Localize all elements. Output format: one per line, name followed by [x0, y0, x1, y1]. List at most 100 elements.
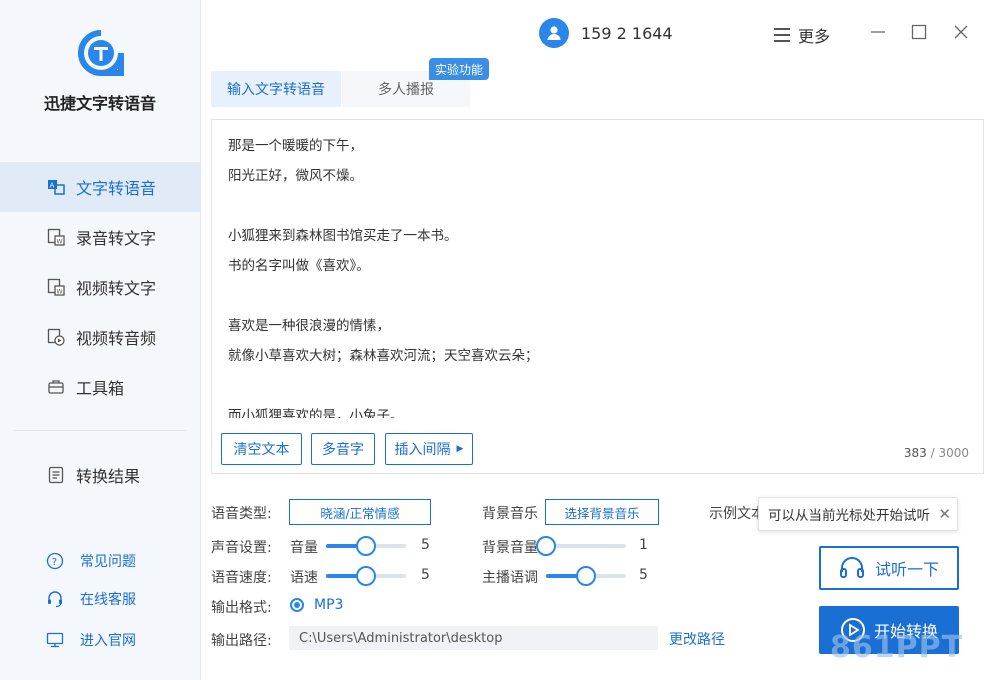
editor-line: 喜欢是一种很浪漫的情愫， [228, 318, 390, 334]
clear-text-button[interactable]: 清空文本 [221, 433, 302, 465]
svg-text:?: ? [52, 557, 57, 568]
translate-icon: A [46, 177, 66, 197]
pitch-value: 5 [639, 567, 648, 583]
app-logo-icon [78, 30, 124, 76]
editor-line: 就像小草喜欢大树；森林喜欢河流；天空喜欢云朵； [228, 348, 539, 364]
tab-text-to-speech[interactable]: 输入文字转语音 [211, 71, 341, 107]
select-bgm-button[interactable]: 选择背景音乐 [545, 499, 659, 525]
toolbox-icon [46, 377, 66, 397]
editor-content[interactable]: 那是一个暖暖的下午， 阳光正好，微风不燥。 小狐狸来到森林图书馆买走了一本书。 … [228, 134, 968, 418]
editor-line: 书的名字叫做《喜欢》。 [228, 258, 370, 274]
svg-text:W: W [57, 239, 63, 246]
nav-label: 文字转语音 [76, 179, 157, 198]
voice-type-label: 语音类型: [211, 506, 272, 522]
help-label: 进入官网 [80, 633, 136, 649]
bg-volume-knob[interactable] [536, 536, 556, 556]
pitch-knob[interactable] [576, 566, 596, 586]
svg-text:W: W [57, 289, 63, 296]
close-icon [954, 25, 968, 39]
volume-value: 5 [421, 537, 430, 553]
speed-value: 5 [421, 567, 430, 583]
text-editor[interactable]: 那是一个暖暖的下午， 阳光正好，微风不燥。 小狐狸来到森林图书馆买走了一本书。 … [211, 119, 984, 474]
document-audio-icon: W [46, 227, 66, 247]
question-icon: ? [46, 552, 64, 570]
format-radio-mp3[interactable] [290, 598, 304, 612]
output-path-label: 输出路径: [211, 633, 272, 649]
experimental-badge: 实验功能 [429, 58, 490, 80]
nav-item-toolbox[interactable]: 工具箱 [0, 362, 200, 412]
watermark: 861PPT [830, 630, 964, 665]
pitch-label: 主播语调 [482, 570, 538, 586]
close-button[interactable] [951, 22, 971, 42]
listen-button[interactable]: 试听一下 [819, 546, 959, 590]
char-count: 383 [903, 446, 927, 460]
monitor-icon [46, 631, 64, 649]
nav-item-results[interactable]: 转换结果 [0, 450, 200, 500]
change-path-link[interactable]: 更改路径 [669, 629, 725, 649]
insert-pause-button[interactable]: 插入间隔 ▶ [385, 433, 473, 465]
bg-volume-slider[interactable] [536, 536, 626, 556]
volume-label: 音量 [290, 540, 318, 556]
minimize-button[interactable] [868, 22, 888, 42]
user-avatar-icon [539, 18, 569, 48]
editor-line: 阳光正好，微风不燥。 [228, 168, 363, 184]
editor-line: 而小狐狸喜欢的是，小兔子。 [228, 408, 404, 418]
maximize-icon [911, 24, 927, 40]
help-online-service[interactable]: 在线客服 [0, 584, 200, 614]
bg-volume-value: 1 [639, 537, 648, 553]
tooltip-close-icon[interactable]: ✕ [938, 505, 951, 523]
caret-right-icon: ▶ [456, 444, 464, 454]
nav-item-video-to-text[interactable]: W 视频转文字 [0, 262, 200, 312]
help-faq[interactable]: ? 常见问题 [0, 546, 200, 576]
voice-type-select[interactable]: 晓涵/正常情感 [289, 499, 431, 525]
pitch-slider[interactable] [546, 566, 626, 586]
char-max: / 3000 [930, 446, 969, 460]
char-counter: 383 / 3000 [904, 446, 969, 460]
nav-label: 录音转文字 [76, 229, 157, 248]
bgm-label: 背景音乐 [482, 506, 538, 522]
speed-sublabel: 语速 [290, 570, 318, 586]
volume-knob[interactable] [356, 536, 376, 556]
help-label: 常见问题 [80, 554, 136, 570]
volume-slider[interactable] [326, 536, 406, 556]
speed-label: 语音速度: [211, 570, 272, 586]
sidebar-divider [14, 430, 186, 431]
more-label: 更多 [798, 27, 831, 46]
nav-label: 工具箱 [76, 379, 125, 398]
user-phone: 159 2 1644 [581, 23, 673, 43]
svg-text:A: A [50, 182, 55, 190]
help-official-site[interactable]: 进入官网 [0, 625, 200, 655]
editor-line: 那是一个暖暖的下午， [228, 138, 363, 154]
video-audio-icon [46, 327, 66, 347]
user-account[interactable]: 159 2 1644 [539, 18, 673, 48]
nav-item-video-to-audio[interactable]: 视频转音频 [0, 312, 200, 362]
app-name: 迅捷文字转语音 [43, 94, 156, 113]
sound-settings-label: 声音设置: [211, 540, 272, 556]
speed-knob[interactable] [356, 566, 376, 586]
editor-line: 小狐狸来到森林图书馆买走了一本书。 [228, 228, 458, 244]
output-path-field[interactable]: C:\Users\Administrator\desktop [289, 626, 658, 650]
results-list-icon [46, 465, 66, 485]
speed-slider[interactable] [326, 566, 406, 586]
nav-label: 视频转文字 [76, 279, 157, 298]
format-label: 输出格式: [211, 600, 272, 616]
listen-tooltip: 可以从当前光标处开始试听 ✕ [758, 497, 958, 531]
sample-text-label[interactable]: 示例文本 [709, 503, 765, 523]
tooltip-text: 可以从当前光标处开始试听 [768, 508, 930, 524]
document-video-icon: W [46, 277, 66, 297]
menu-icon [774, 28, 790, 42]
more-menu-button[interactable]: 更多 [774, 23, 830, 47]
maximize-button[interactable] [909, 22, 929, 42]
nav-label: 视频转音频 [76, 329, 157, 348]
insert-pause-label: 插入间隔 [394, 442, 451, 458]
help-label: 在线客服 [80, 592, 136, 608]
nav-item-recording-to-text[interactable]: W 录音转文字 [0, 212, 200, 262]
bg-volume-label: 背景音量 [482, 540, 538, 556]
sidebar: 迅捷文字转语音 A 文字转语音 W 录音转文字 W 视频转文字 视频转音频 工具… [0, 0, 201, 680]
nav-item-text-to-speech[interactable]: A 文字转语音 [0, 162, 200, 212]
format-value[interactable]: MP3 [314, 597, 343, 613]
polyphone-button[interactable]: 多音字 [311, 433, 375, 465]
